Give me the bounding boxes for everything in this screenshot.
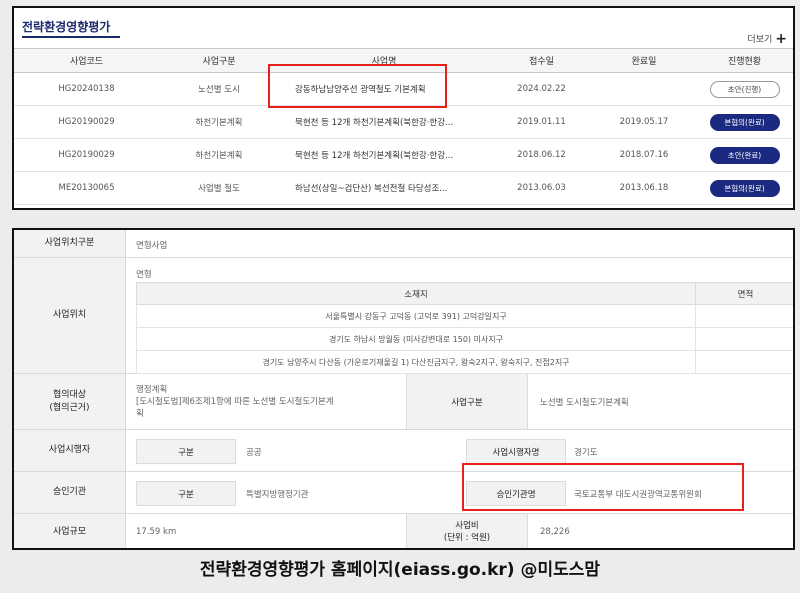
row-received: 2013.06.03 — [489, 171, 594, 205]
executor-label: 사업시행자 — [14, 430, 126, 471]
scale-row: 사업규모 17.59 km 사업비 (단위 : 억원) 28,226 — [14, 514, 793, 548]
row-type: 노선별 도시 — [159, 72, 279, 106]
location-address: 서울특별시 강동구 고덕동 (고덕로 391) 고덕강일지구 — [136, 304, 696, 328]
header-code: 사업코드 — [14, 48, 159, 73]
consult-value-line2: [도시철도법]제6조제1항에 따른 노선별 도시철도기본계 — [136, 397, 334, 407]
more-link[interactable]: 더보기 + — [747, 30, 787, 47]
row-type: 하천기본계획 — [159, 105, 279, 139]
source-caption: 전략환경영향평가 홈페이지(eiass.go.kr) @미도스맘 — [199, 560, 601, 580]
row-status: 초안(진행) — [694, 72, 793, 106]
executor-sub-value: 공공 — [246, 447, 262, 458]
row-completed — [594, 72, 694, 106]
row-received: 2019.01.11 — [489, 105, 594, 139]
consult-value-line1: 행정계획 — [136, 385, 168, 395]
row-name-link[interactable]: 하남선(상일~검단산) 복선전철 타당성조... — [279, 171, 489, 205]
table-row: 서울특별시 강동구 고덕동 (고덕로 391) 고덕강일지구 — [136, 304, 793, 328]
row-type: 하천기본계획 — [159, 138, 279, 172]
location-area — [695, 327, 793, 351]
row-status: 초안(완료) — [694, 138, 793, 172]
location-area — [695, 304, 793, 328]
approver-label: 승인기관 — [14, 472, 126, 513]
header-completed: 완료일 — [594, 48, 694, 73]
row-code: ME20130065 — [14, 171, 159, 205]
row-completed: 2018.07.16 — [594, 138, 694, 172]
location-area — [695, 350, 793, 374]
row-name-link[interactable]: 묵현천 등 12개 하천기본계획(북한강·한강... — [279, 105, 489, 139]
consult-label-line1: 협의대상 — [52, 389, 87, 400]
location-type-label: 사업위치구분 — [14, 230, 126, 257]
row-status: 본협의(완료) — [694, 171, 793, 205]
table-row[interactable]: ME20130065 사업별 철도 하남선(상일~검단산) 복선전철 타당성조.… — [14, 171, 793, 205]
location-row: 사업위치 면형 소재지 면적 서울특별시 강동구 고덕동 (고덕로 391) 고… — [14, 258, 793, 374]
biz-type-value: 노선별 도시철도기본계획 — [540, 397, 629, 408]
cost-value: 28,226 — [540, 527, 570, 537]
consult-label: 협의대상 (협의근거) — [14, 374, 126, 429]
cost-label: 사업비 (단위 : 억원) — [406, 514, 528, 548]
location-label: 사업위치 — [14, 258, 126, 373]
row-completed: 2013.06.18 — [594, 171, 694, 205]
executor-name-value: 경기도 — [574, 447, 598, 458]
consult-label-line2: (협의근거) — [49, 402, 90, 413]
consult-row: 협의대상 (협의근거) 행정계획 [도시철도법]제6조제1항에 따른 노선별 도… — [14, 374, 793, 430]
status-badge[interactable]: 초안(진행) — [709, 80, 780, 98]
header-address: 소재지 — [136, 282, 696, 305]
table-row[interactable]: HG20190029 하천기본계획 묵현천 등 12개 하천기본계획(북한강·한… — [14, 105, 793, 139]
row-status: 본협의(완료) — [694, 105, 793, 139]
header-status: 진행현황 — [694, 48, 793, 73]
location-sub-value: 면형 — [136, 270, 152, 280]
project-detail-panel: 사업위치구분 면형사업 사업위치 면형 소재지 면적 서울특별시 강동구 고덕동… — [12, 228, 795, 550]
scale-value: 17.59 km — [136, 527, 177, 537]
table-row: 경기도 하남시 망월동 (미사강변대로 150) 미사지구 — [136, 327, 793, 351]
location-address: 경기도 하남시 망월동 (미사강변대로 150) 미사지구 — [136, 327, 696, 351]
row-code: HG20240138 — [14, 72, 159, 106]
row-code: HG20190029 — [14, 105, 159, 139]
panel-title: 전략환경영향평가 — [22, 20, 111, 34]
row-code: HG20190029 — [14, 138, 159, 172]
highlight-box-approver — [462, 463, 744, 511]
row-received: 2024.02.22 — [489, 72, 594, 106]
row-name-link[interactable]: 묵현천 등 12개 하천기본계획(북한강·한강... — [279, 138, 489, 172]
table-row: 경기도 남양주시 다산동 (가운로기재울길 1) 다산진금지구, 왕숙2지구, … — [136, 350, 793, 374]
executor-sub-label: 구분 — [136, 439, 236, 464]
row-received: 2018.06.12 — [489, 138, 594, 172]
location-table-header: 소재지 면적 — [136, 282, 793, 305]
location-table: 소재지 면적 서울특별시 강동구 고덕동 (고덕로 391) 고덕강일지구 경기… — [136, 282, 793, 374]
cost-label-line2: (단위 : 억원) — [443, 533, 491, 543]
location-address: 경기도 남양주시 다산동 (가운로기재울길 1) 다산진금지구, 왕숙2지구, … — [136, 350, 696, 374]
status-badge[interactable]: 본협의(완료) — [709, 113, 780, 131]
biz-type-label: 사업구분 — [406, 374, 528, 429]
header-area: 면적 — [695, 282, 793, 305]
status-badge[interactable]: 본협의(완료) — [709, 179, 780, 197]
highlight-box-project-name — [268, 64, 447, 108]
header-received: 접수일 — [489, 48, 594, 73]
executor-name-label: 사업시행자명 — [466, 439, 566, 464]
title-underline — [22, 36, 120, 38]
plus-icon: + — [775, 30, 787, 47]
approver-sub-label: 구분 — [136, 481, 236, 506]
header-type: 사업구분 — [159, 48, 279, 73]
strategic-assessment-list-panel: 전략환경영향평가 더보기 + 사업코드 사업구분 사업명 접수일 완료일 진행현… — [12, 6, 795, 210]
status-badge[interactable]: 초안(완료) — [709, 146, 780, 164]
location-type-row: 사업위치구분 면형사업 — [14, 230, 793, 258]
cost-label-line1: 사업비 — [455, 521, 479, 531]
table-row[interactable]: HG20190029 하천기본계획 묵현천 등 12개 하천기본계획(북한강·한… — [14, 138, 793, 172]
consult-value-line3: 획 — [136, 409, 144, 419]
row-type: 사업별 철도 — [159, 171, 279, 205]
location-type-value: 면형사업 — [136, 241, 168, 251]
consult-value: 행정계획 [도시철도법]제6조제1항에 따른 노선별 도시철도기본계 획 — [136, 384, 401, 420]
more-label: 더보기 — [747, 35, 773, 45]
approver-sub-value: 특별지방행정기관 — [246, 489, 309, 500]
scale-label: 사업규모 — [14, 514, 126, 548]
row-completed: 2019.05.17 — [594, 105, 694, 139]
